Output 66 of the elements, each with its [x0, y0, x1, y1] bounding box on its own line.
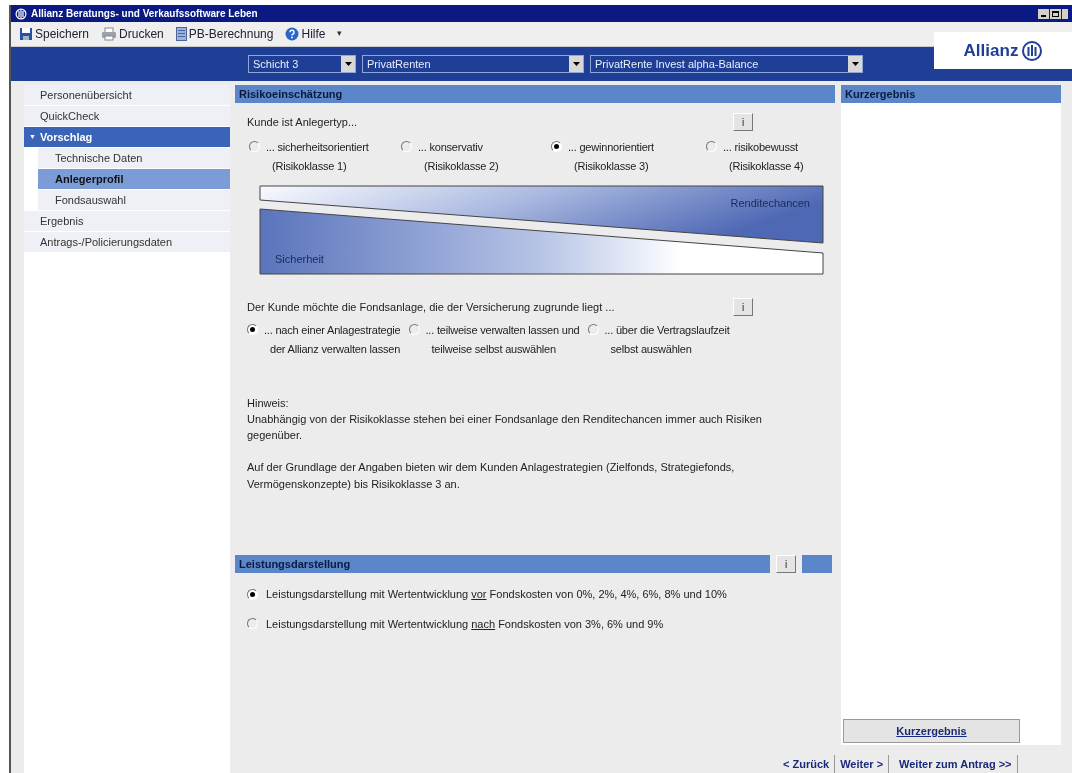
radio-button[interactable]: [247, 618, 258, 630]
tree-item[interactable]: Technische Daten: [38, 148, 230, 168]
tree-item[interactable]: Personenübersicht: [24, 85, 230, 105]
tree-item[interactable]: Anlegerprofil: [38, 169, 230, 189]
dropdown-arrow-icon: [344, 62, 352, 66]
note-text: Unabhängig von der Risikoklasse stehen bei einer Fondsanlage den Renditechancen immer auch Risiken gegenüber.: [246, 412, 763, 443]
option-label: selbst auswählen: [609, 343, 693, 356]
option-label: teilweise selbst auswählen: [430, 343, 557, 356]
info-button[interactable]: i: [733, 113, 753, 131]
option-label: ... konservativ: [418, 141, 484, 154]
option-label: (Risikoklasse 1): [271, 160, 348, 173]
question-text: Kunde ist Anlegertyp...: [247, 114, 358, 130]
toolbar-button[interactable]: Speichern: [35, 25, 90, 43]
option-label: Leistungsdarstellung mit Wertentwicklung nach Fondskosten von 3%, 6% und 9%: [266, 616, 664, 632]
diagram-label: Renditechancen: [730, 196, 810, 211]
dropdown[interactable]: PrivatRente Invest alpha-Balance: [590, 55, 863, 73]
help-icon: [285, 27, 300, 41]
toolbar-button[interactable]: Hilfe: [301, 25, 326, 43]
dropdown-arrow-icon: [572, 62, 580, 66]
radio-button[interactable]: [249, 141, 260, 152]
info-button[interactable]: i: [733, 298, 753, 316]
diagram-label: Sicherheit: [275, 251, 324, 267]
radio-button[interactable]: [587, 324, 599, 335]
panel-header: Risikoeinschätzung: [235, 85, 835, 103]
radio-button[interactable]: [247, 588, 258, 600]
option-label: (Risikoklasse 2): [423, 160, 499, 173]
option-label: ... teilweise verwalten lassen und: [425, 324, 580, 337]
option-label: ... risikobewusst: [723, 141, 799, 154]
info-button[interactable]: i: [776, 555, 796, 573]
option-label: Leistungsdarstellung mit Wertentwicklung vor Fondskosten von 0%, 2%, 4%, 6%, 8% und 10%: [266, 587, 727, 602]
radio-button[interactable]: [247, 324, 258, 335]
allianz-logo: Allianz: [934, 32, 1072, 69]
radio-button[interactable]: [706, 141, 717, 152]
printer-icon: [101, 27, 118, 41]
panel-header: Leistungsdarstellung: [235, 555, 770, 573]
logo-icon: [1022, 40, 1043, 61]
tree-item[interactable]: Ergebnis: [24, 211, 230, 231]
toolbar-button[interactable]: Drucken: [119, 25, 164, 43]
dropdown[interactable]: PrivatRenten: [362, 55, 584, 73]
offer-text: Auf der Grundlage der Angaben bieten wir dem Kunden Anlagestrategien (Zielfonds, Strategiefonds, Vermögenskonzepte) bis Risikoklasse 3 an.: [246, 460, 736, 492]
option-label: ... über die Vertragslaufzeit: [604, 324, 730, 337]
option-label: ... sicherheitsorientiert: [266, 141, 369, 154]
document-icon: [175, 27, 187, 41]
option-label: ... gewinnorientiert: [568, 141, 654, 154]
radio-button[interactable]: [408, 324, 420, 335]
radio-button[interactable]: [401, 141, 412, 152]
dropdown[interactable]: Schicht 3: [248, 55, 356, 73]
summary-button[interactable]: Kurzergebnis: [843, 719, 1020, 743]
tree-item[interactable]: QuickCheck: [24, 106, 230, 126]
question-text: Der Kunde möchte die Fondsanlage, die der Versicherung zugrunde liegt ...: [247, 299, 615, 315]
dropdown-arrow-icon[interactable]: ▾: [337, 27, 343, 41]
option-label: ... nach einer Anlagestrategie: [264, 324, 401, 337]
tree-item[interactable]: Fondsauswahl: [38, 190, 230, 210]
window-title: Allianz Beratungs- und Verkaufssoftware Leben: [31, 7, 259, 21]
header-bar: [802, 555, 832, 573]
option-label: (Risikoklasse 3): [573, 160, 650, 173]
toolbar-button[interactable]: PB-Berechnung: [188, 25, 274, 43]
radio-button[interactable]: [551, 141, 562, 152]
minimize-button[interactable]: [1038, 8, 1049, 19]
maximize-button[interactable]: [1050, 8, 1061, 19]
panel-header: Kurzergebnis: [841, 85, 1061, 103]
option-label: der Allianz verwalten lassen: [269, 343, 401, 356]
tree-item[interactable]: Antrags-/Policierungsdaten: [24, 232, 230, 252]
option-label: (Risikoklasse 4): [728, 160, 804, 173]
note-title: Hinweis:: [246, 396, 290, 411]
dropdown-arrow-icon: [851, 62, 859, 66]
